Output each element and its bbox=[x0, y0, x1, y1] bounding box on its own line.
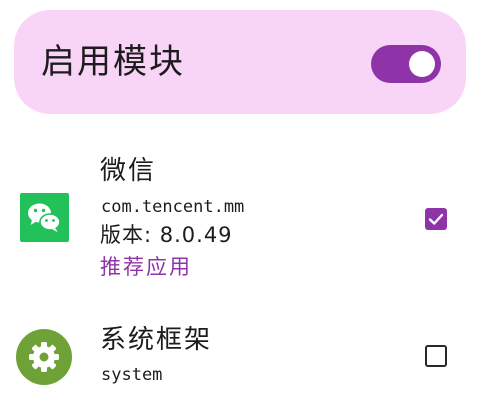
module-settings-page: 启用模块 微信 com.tencent.mm 版本: 8.0.49 推荐应用 系… bbox=[0, 0, 482, 418]
app-package: system bbox=[101, 365, 163, 385]
app-item-system[interactable]: 系统框架 system bbox=[0, 318, 482, 408]
app-package: com.tencent.mm bbox=[101, 197, 245, 217]
enable-module-title: 启用模块 bbox=[41, 42, 185, 82]
wechat-icon bbox=[20, 193, 69, 242]
switch-thumb bbox=[409, 51, 435, 77]
enable-module-switch[interactable] bbox=[371, 45, 441, 83]
settings-gear-icon bbox=[16, 329, 72, 385]
enable-module-card[interactable]: 启用模块 bbox=[14, 10, 466, 114]
system-checkbox[interactable] bbox=[425, 345, 447, 367]
app-name: 微信 bbox=[100, 156, 157, 186]
app-item-wechat[interactable]: 微信 com.tencent.mm 版本: 8.0.49 推荐应用 bbox=[0, 150, 482, 290]
app-name: 系统框架 bbox=[100, 325, 213, 355]
check-icon bbox=[428, 213, 444, 225]
recommended-tag: 推荐应用 bbox=[100, 255, 192, 279]
wechat-checkbox[interactable] bbox=[425, 208, 447, 230]
app-version: 版本: 8.0.49 bbox=[100, 223, 233, 247]
